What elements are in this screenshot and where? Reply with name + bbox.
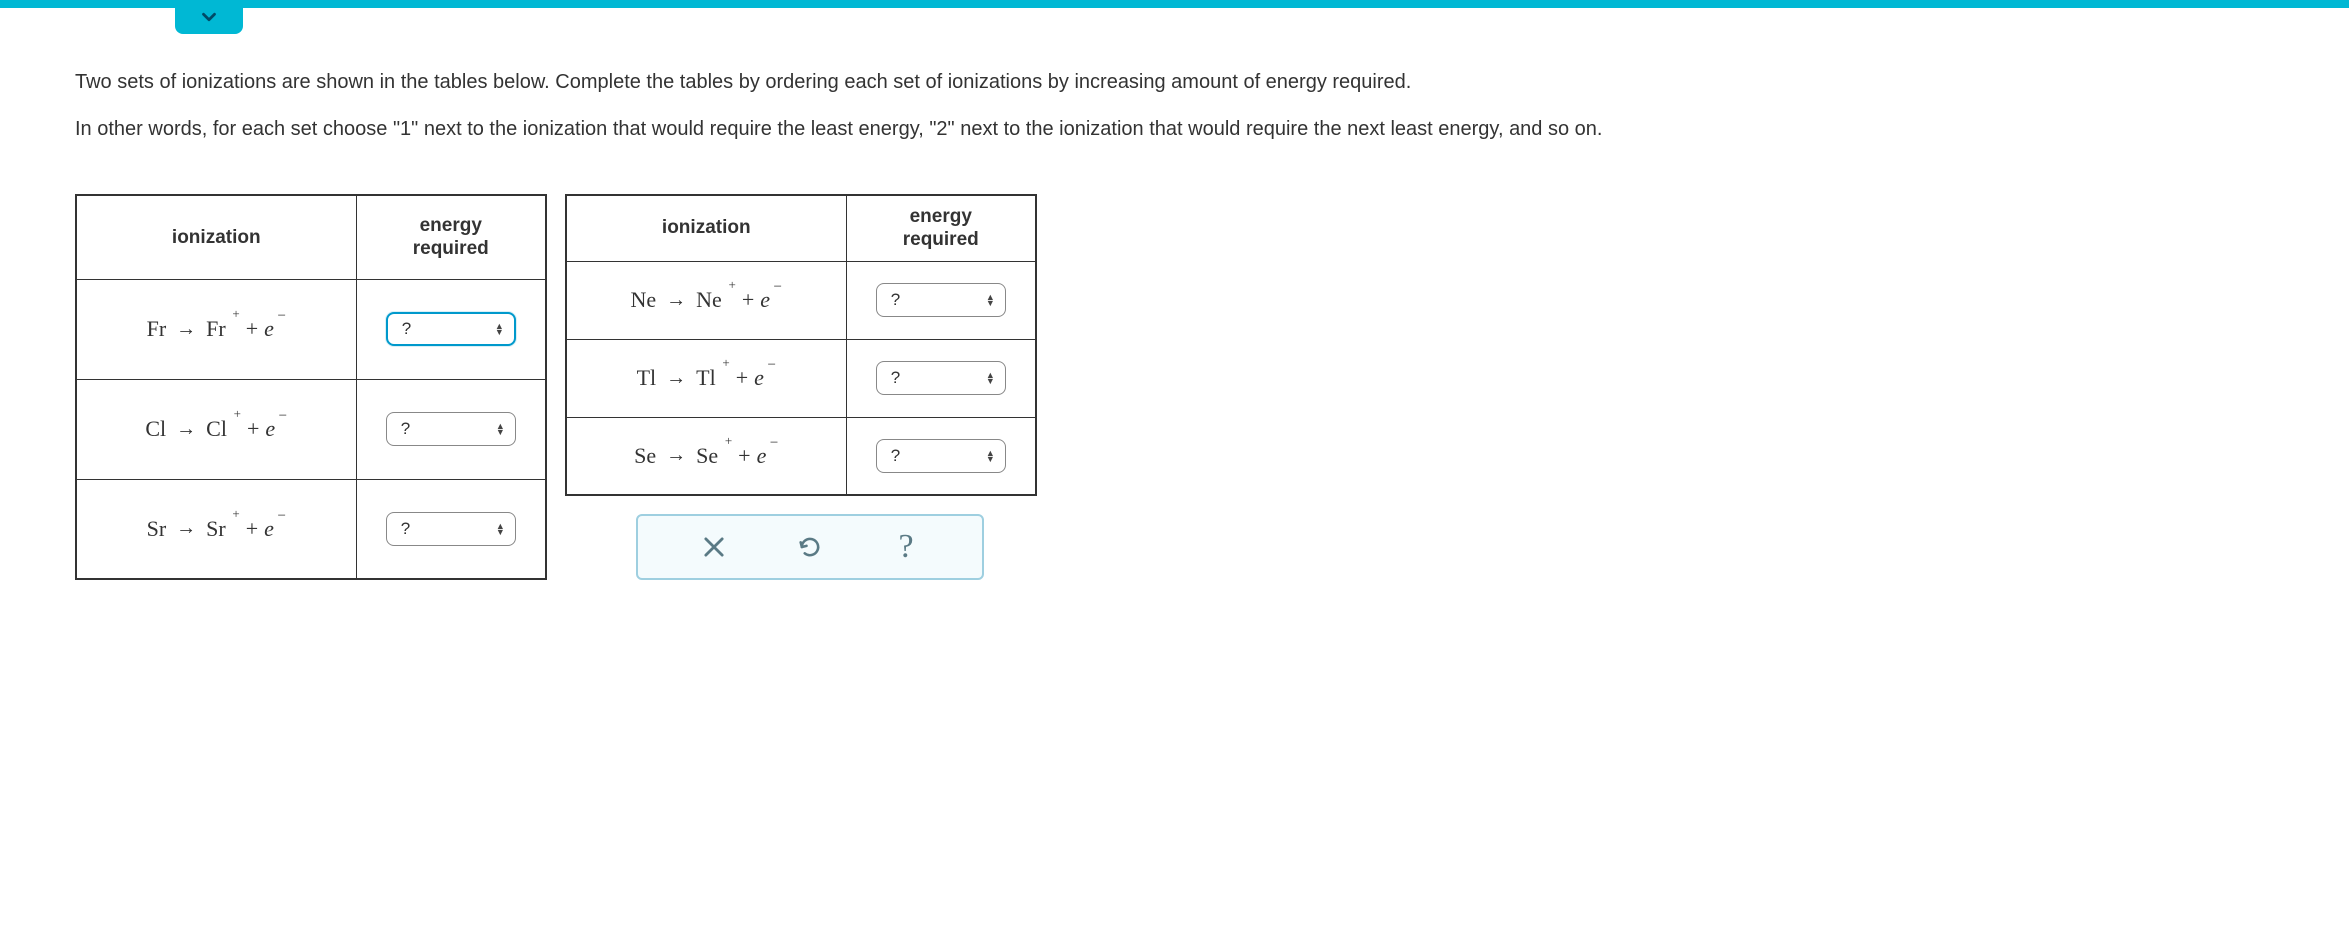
energy-select-t2-r1[interactable]: ? ▲▼: [876, 283, 1006, 317]
table1-header-ionization: ionization: [76, 195, 356, 279]
energy-cell: ? ▲▼: [846, 417, 1036, 495]
help-button[interactable]: ?: [886, 527, 926, 567]
stepper-icon: ▲▼: [496, 423, 505, 435]
arrow-icon: →: [172, 318, 200, 341]
top-accent-bar: [0, 0, 2349, 8]
expand-tab-button[interactable]: [175, 0, 243, 34]
ionization-cell: Cl → Cl+ + e−: [76, 379, 356, 479]
energy-select-t1-r2[interactable]: ? ▲▼: [386, 412, 516, 446]
table2-header-ionization: ionization: [566, 195, 846, 261]
chevron-down-icon: [198, 6, 220, 28]
question-mark-icon: ?: [898, 528, 913, 566]
energy-select-t2-r2[interactable]: ? ▲▼: [876, 361, 1006, 395]
stepper-icon: ▲▼: [496, 523, 505, 535]
question-content: Two sets of ionizations are shown in the…: [0, 8, 2349, 580]
energy-select-t1-r3[interactable]: ? ▲▼: [386, 512, 516, 546]
ionization-cell: Ne → Ne+ + e−: [566, 261, 846, 339]
stepper-icon: ▲▼: [986, 294, 995, 306]
table-row: Ne → Ne+ + e− ? ▲▼: [566, 261, 1036, 339]
table-row: Se → Se+ + e− ? ▲▼: [566, 417, 1036, 495]
table-row: Fr → Fr+ + e− ? ▲▼: [76, 279, 546, 379]
energy-cell: ? ▲▼: [846, 261, 1036, 339]
arrow-icon: →: [172, 418, 200, 441]
ionization-cell: Se → Se+ + e−: [566, 417, 846, 495]
ionization-cell: Sr → Sr+ + e−: [76, 479, 356, 579]
ionization-cell: Tl → Tl+ + e−: [566, 339, 846, 417]
energy-cell: ? ▲▼: [356, 279, 546, 379]
instruction-paragraph-1: Two sets of ionizations are shown in the…: [75, 68, 2274, 97]
ionization-table-1: ionization energy required Fr → Fr+ + e−…: [75, 194, 547, 580]
arrow-icon: →: [662, 444, 690, 467]
instructions: Two sets of ionizations are shown in the…: [75, 68, 2274, 144]
instruction-paragraph-2: In other words, for each set choose "1" …: [75, 115, 2274, 144]
reset-button[interactable]: [790, 527, 830, 567]
stepper-icon: ▲▼: [986, 372, 995, 384]
table1-header-energy: energy required: [356, 195, 546, 279]
table-row: Sr → Sr+ + e− ? ▲▼: [76, 479, 546, 579]
clear-button[interactable]: [694, 527, 734, 567]
action-toolbar: ?: [636, 514, 984, 580]
ionization-cell: Fr → Fr+ + e−: [76, 279, 356, 379]
ionization-table-2: ionization energy required Ne → Ne+ + e−: [565, 194, 1037, 496]
energy-cell: ? ▲▼: [846, 339, 1036, 417]
energy-select-t1-r1[interactable]: ? ▲▼: [386, 312, 516, 346]
table2-header-energy: energy required: [846, 195, 1036, 261]
table-row: Tl → Tl+ + e− ? ▲▼: [566, 339, 1036, 417]
stepper-icon: ▲▼: [495, 323, 504, 335]
arrow-icon: →: [172, 517, 200, 540]
stepper-icon: ▲▼: [986, 450, 995, 462]
energy-select-t2-r3[interactable]: ? ▲▼: [876, 439, 1006, 473]
arrow-icon: →: [662, 289, 690, 312]
right-column: ionization energy required Ne → Ne+ + e−: [565, 194, 1037, 580]
energy-cell: ? ▲▼: [356, 379, 546, 479]
undo-icon: [796, 533, 824, 561]
tables-container: ionization energy required Fr → Fr+ + e−…: [75, 194, 2274, 580]
arrow-icon: →: [662, 367, 690, 390]
close-icon: [700, 533, 728, 561]
table-row: Cl → Cl+ + e− ? ▲▼: [76, 379, 546, 479]
energy-cell: ? ▲▼: [356, 479, 546, 579]
